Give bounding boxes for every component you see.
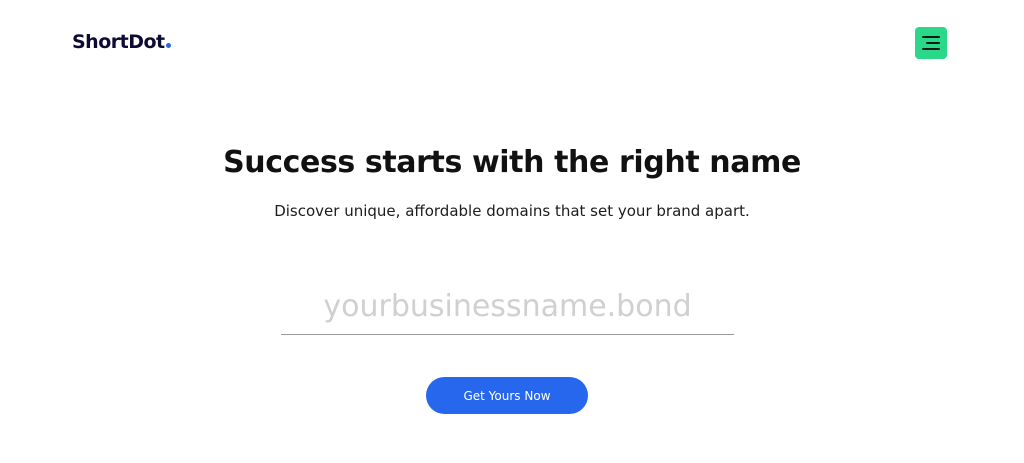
hamburger-menu-icon [922,36,940,50]
hero-section: Success starts with the right name Disco… [0,140,1024,222]
logo-text: ShortDot [72,31,165,53]
page: ShortDot Success starts with the right n… [0,0,1024,463]
hero-title: Success starts with the right name [223,145,801,180]
menu-button[interactable] [915,27,947,59]
hero-subtitle: Discover unique, affordable domains that… [274,202,750,220]
site-header: ShortDot [0,0,1024,86]
get-yours-now-button[interactable]: Get Yours Now [426,377,588,414]
domain-search-input[interactable] [281,278,734,334]
domain-search-field [281,278,734,335]
logo-link[interactable]: ShortDot [72,31,171,53]
logo-dot-icon [165,43,171,48]
